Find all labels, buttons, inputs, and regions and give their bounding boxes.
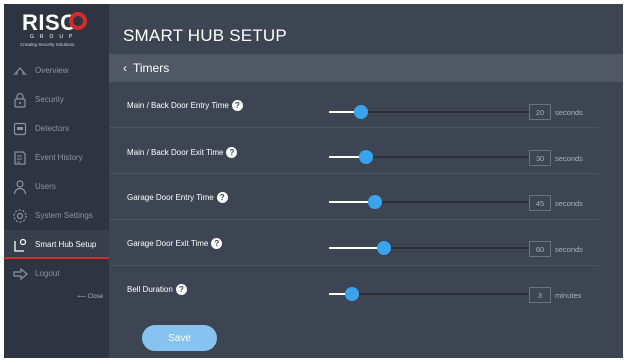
timer-label: Main / Back Door Entry Time? bbox=[127, 100, 243, 111]
hub-setup-icon bbox=[12, 237, 28, 253]
app-window: RISC GROUP Creating Security Solutions. … bbox=[4, 4, 623, 358]
slider-fill bbox=[329, 247, 384, 249]
sidebar-item-label: Detectors bbox=[35, 124, 70, 133]
timer-label-text: Garage Door Exit Time bbox=[127, 239, 209, 248]
sidebar-item-security[interactable]: Security bbox=[4, 85, 109, 114]
slider-thumb[interactable] bbox=[345, 287, 359, 301]
sidebar-close-link[interactable]: ⟵ Close bbox=[77, 293, 103, 300]
lock-icon bbox=[12, 92, 28, 108]
overview-icon bbox=[12, 63, 28, 79]
slider-thumb[interactable] bbox=[359, 150, 373, 164]
help-icon[interactable]: ? bbox=[216, 192, 228, 203]
slider-thumb[interactable] bbox=[368, 195, 382, 209]
sidebar-item-label: Overview bbox=[35, 66, 69, 75]
brand-logo: RISC GROUP Creating Security Solutions. bbox=[4, 4, 109, 54]
timer-row: Main / Back Door Entry Time? 20 seconds bbox=[109, 82, 599, 128]
slider-thumb[interactable] bbox=[354, 105, 368, 119]
sidebar: RISC GROUP Creating Security Solutions. … bbox=[4, 4, 109, 358]
help-icon[interactable]: ? bbox=[231, 100, 243, 111]
timer-slider[interactable] bbox=[329, 241, 534, 255]
timer-value-input[interactable]: 20 bbox=[529, 104, 551, 120]
sidebar-item-label: Users bbox=[35, 182, 56, 191]
sidebar-item-detectors[interactable]: Detectors bbox=[4, 114, 109, 143]
timer-row: Main / Back Door Exit Time? 30 seconds bbox=[109, 128, 599, 174]
timer-unit: minutes bbox=[555, 291, 582, 300]
history-icon bbox=[12, 150, 28, 166]
timer-value-input[interactable]: 60 bbox=[529, 241, 551, 257]
page-title: SMART HUB SETUP bbox=[123, 26, 287, 45]
slider-thumb[interactable] bbox=[377, 241, 391, 255]
detector-icon bbox=[12, 121, 28, 137]
timer-unit: seconds bbox=[555, 154, 583, 163]
sidebar-item-event-history[interactable]: Event History bbox=[4, 143, 109, 172]
save-button[interactable]: Save bbox=[142, 325, 217, 351]
help-icon[interactable]: ? bbox=[211, 238, 223, 249]
back-button[interactable]: ‹ Timers bbox=[123, 60, 169, 76]
timer-unit: seconds bbox=[555, 108, 583, 117]
timer-label-text: Main / Back Door Entry Time bbox=[127, 101, 229, 110]
help-icon[interactable]: ? bbox=[226, 147, 238, 158]
timer-unit: seconds bbox=[555, 199, 583, 208]
timer-slider[interactable] bbox=[329, 195, 534, 209]
timer-label-text: Bell Duration bbox=[127, 285, 173, 294]
timers-panel: Main / Back Door Entry Time? 20 seconds … bbox=[109, 82, 623, 358]
timer-label-text: Garage Door Entry Time bbox=[127, 193, 214, 202]
logout-icon bbox=[12, 266, 28, 282]
sidebar-item-label: Event History bbox=[35, 153, 83, 162]
timer-row: Garage Door Exit Time? 60 seconds bbox=[109, 220, 599, 266]
user-icon bbox=[12, 179, 28, 195]
timer-label: Bell Duration? bbox=[127, 284, 187, 295]
timer-row: Garage Door Entry Time? 45 seconds bbox=[109, 174, 599, 220]
sidebar-item-system-settings[interactable]: System Settings bbox=[4, 201, 109, 230]
sidebar-nav: Overview Security Detectors Event Histor… bbox=[4, 56, 109, 288]
brand-o-mark-icon bbox=[69, 12, 87, 30]
header: SMART HUB SETUP bbox=[109, 4, 623, 54]
brand-tagline: Creating Security Solutions. bbox=[20, 42, 76, 47]
timer-label: Garage Door Entry Time? bbox=[127, 192, 228, 203]
timer-value-input[interactable]: 30 bbox=[529, 150, 551, 166]
sidebar-item-label: Security bbox=[35, 95, 64, 104]
timer-label: Main / Back Door Exit Time? bbox=[127, 147, 238, 158]
chevron-left-icon: ‹ bbox=[123, 61, 127, 75]
sidebar-item-smart-hub-setup[interactable]: Smart Hub Setup bbox=[4, 230, 109, 259]
timer-value-input[interactable]: 3 bbox=[529, 287, 551, 303]
sidebar-item-users[interactable]: Users bbox=[4, 172, 109, 201]
sidebar-item-label: Logout bbox=[35, 269, 60, 278]
sidebar-item-overview[interactable]: Overview bbox=[4, 56, 109, 85]
gear-icon bbox=[12, 208, 28, 224]
help-icon[interactable]: ? bbox=[175, 284, 187, 295]
slider-track bbox=[329, 293, 534, 295]
brand-group: GROUP bbox=[30, 34, 79, 40]
timer-value-input[interactable]: 45 bbox=[529, 195, 551, 211]
subheader: ‹ Timers bbox=[109, 54, 623, 82]
sidebar-item-logout[interactable]: Logout bbox=[4, 259, 109, 288]
timer-unit: seconds bbox=[555, 245, 583, 254]
sidebar-item-label: Smart Hub Setup bbox=[35, 240, 97, 249]
sidebar-item-label: System Settings bbox=[35, 211, 93, 220]
timer-row: Bell Duration? 3 minutes bbox=[109, 266, 599, 312]
timer-label-text: Main / Back Door Exit Time bbox=[127, 148, 224, 157]
timer-label: Garage Door Exit Time? bbox=[127, 238, 223, 249]
timer-slider[interactable] bbox=[329, 105, 534, 119]
section-title: Timers bbox=[133, 61, 170, 75]
timer-slider[interactable] bbox=[329, 287, 534, 301]
timer-slider[interactable] bbox=[329, 150, 534, 164]
